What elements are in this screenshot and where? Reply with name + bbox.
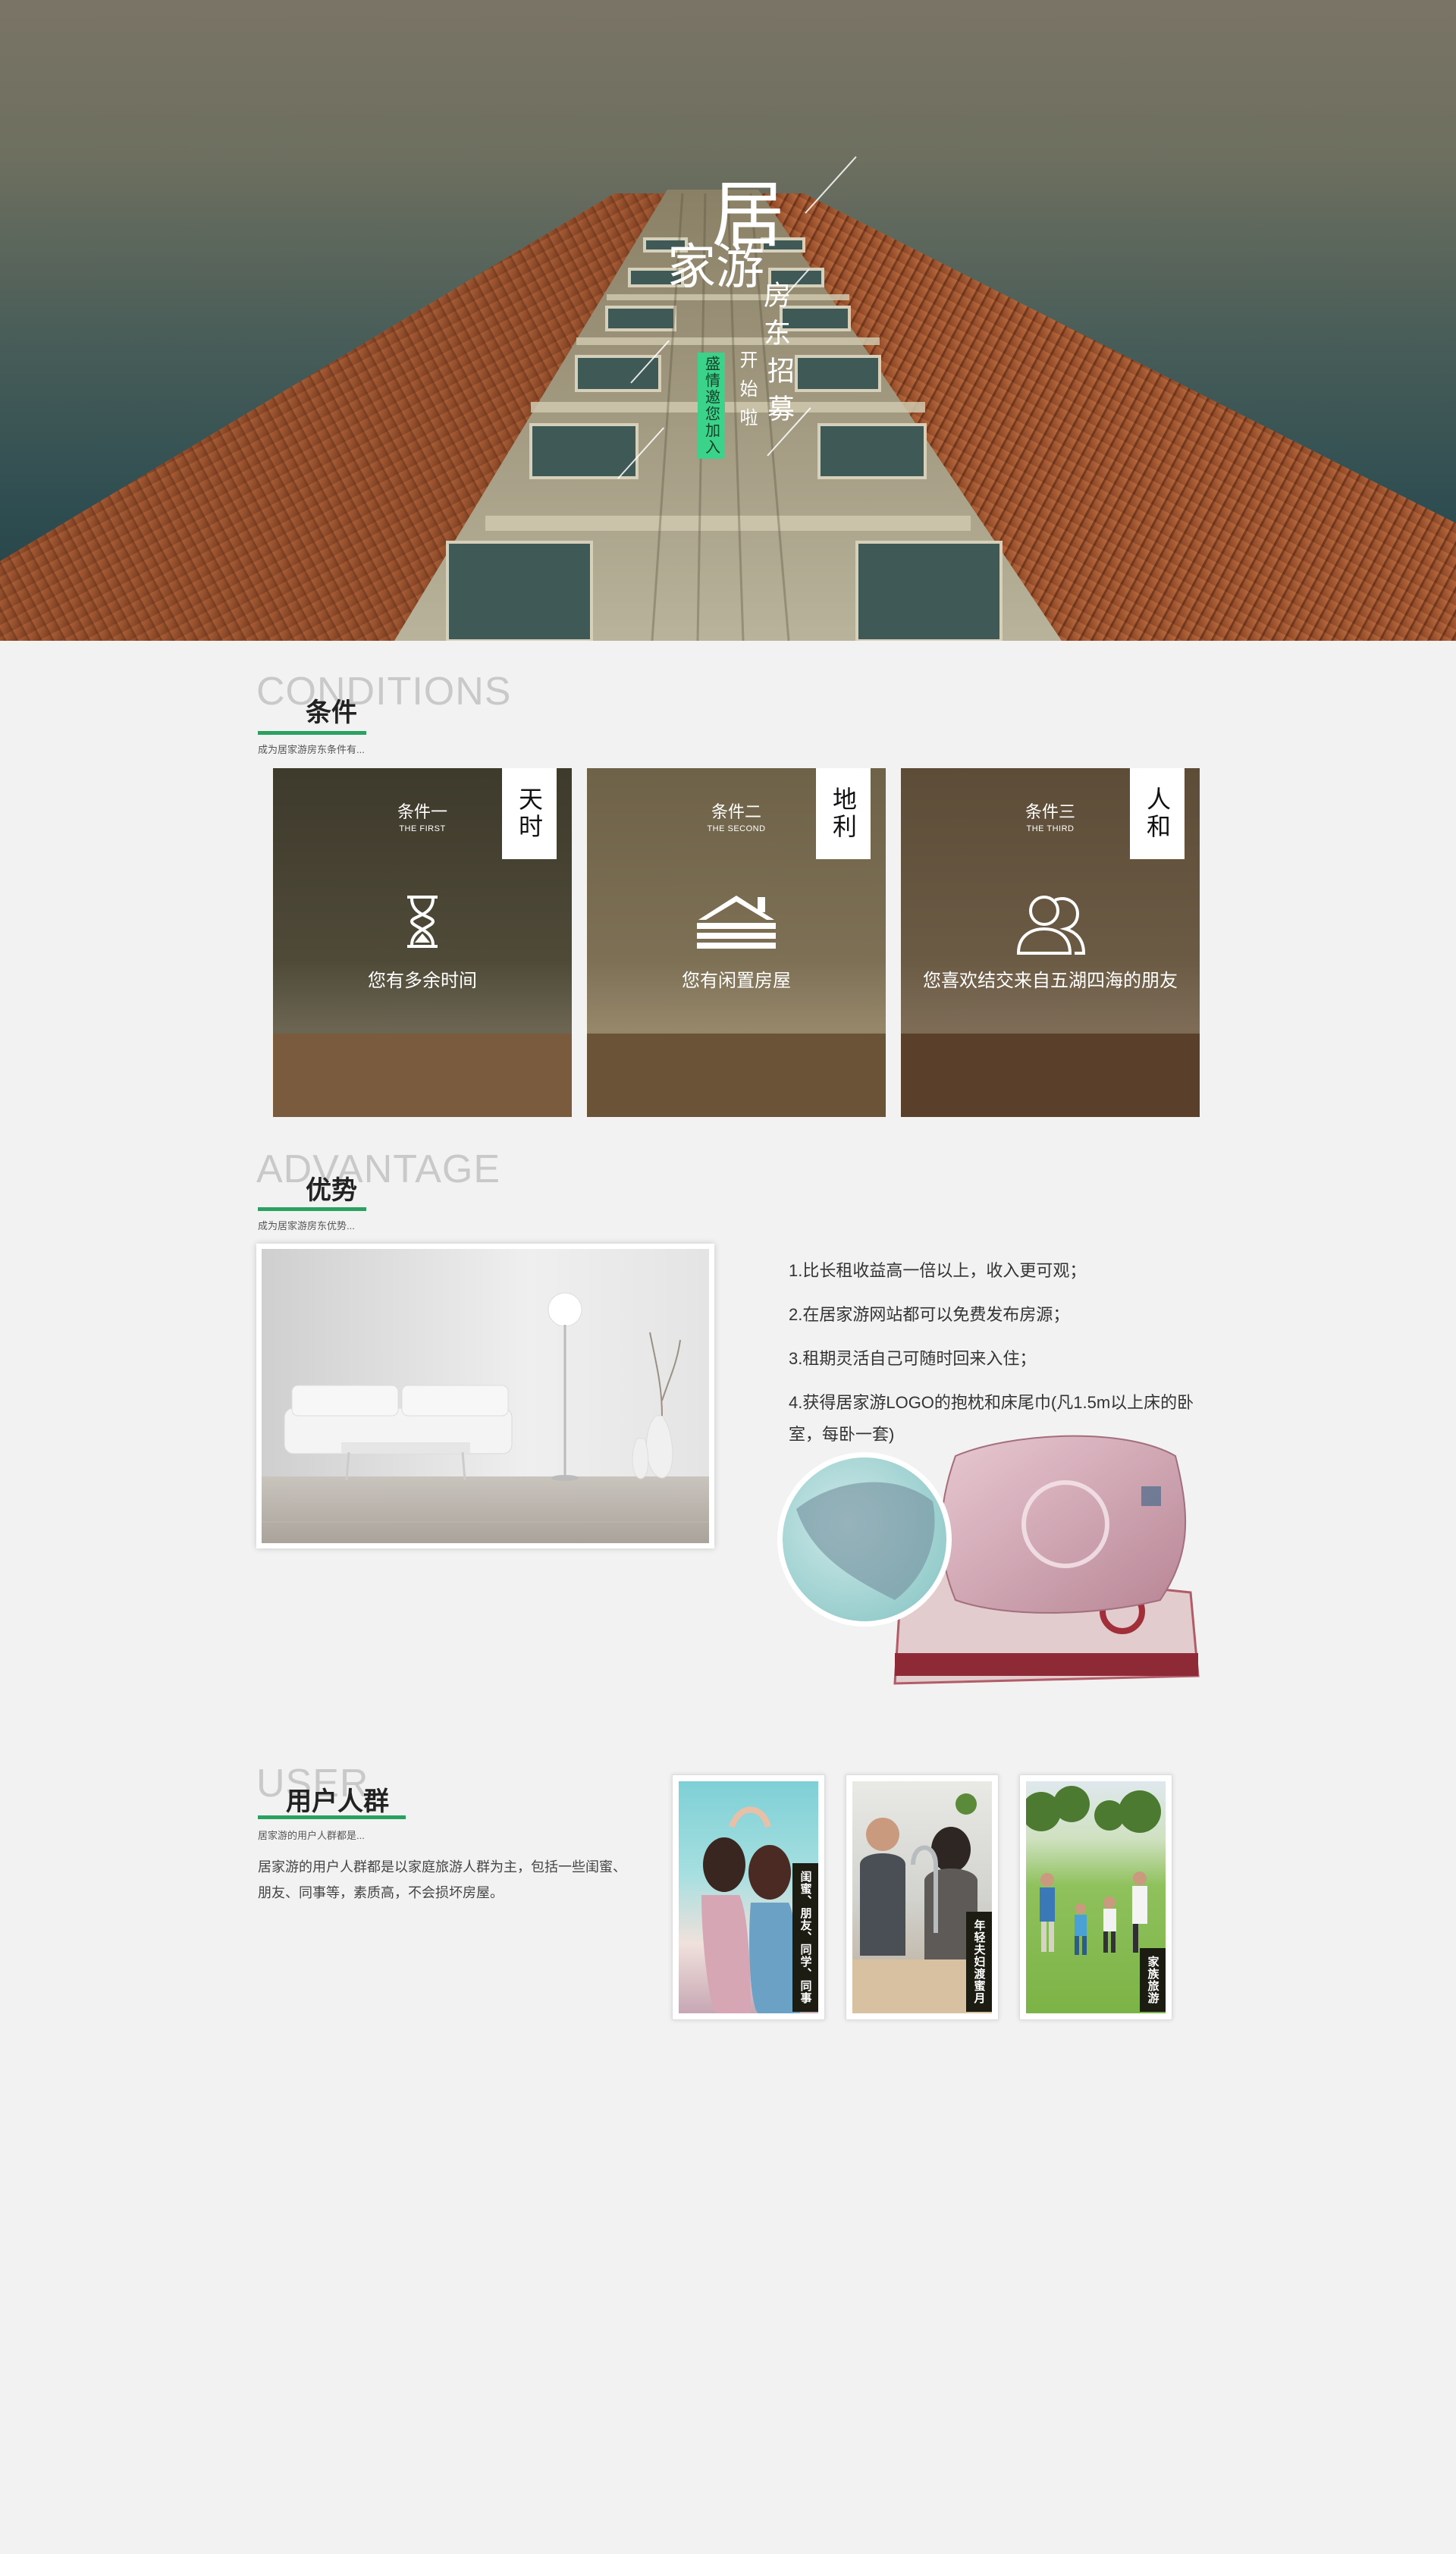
conditions-subtitle: 成为居家游房东条件有... — [258, 744, 365, 755]
users-description: 居家游的用户人群都是以家庭旅游人群为主，包括一些闺蜜、朋友、同事等，素质高，不会… — [258, 1859, 626, 1900]
people-icon — [1016, 896, 1086, 955]
user-photo-friends-label: 闺蜜、朋友、同学、同事 — [792, 1863, 818, 2012]
pillow-towel-illustration — [777, 1435, 1200, 1685]
condition-card-3: 人和 条件三 THE THIRD 您喜欢结交来自五湖四海的朋友 — [901, 768, 1200, 1117]
room-photo — [256, 1244, 714, 1548]
condition-card-1: 天时 条件一 THE FIRST 您有多余时间 — [273, 768, 572, 1117]
hero-tag-invite: 盛情邀您加入 — [698, 353, 725, 459]
building-illustration — [0, 190, 1456, 641]
user-photo-couple-label: 年轻夫妇渡蜜月 — [966, 1912, 992, 2012]
hero-tag-start: 开始啦 — [736, 350, 758, 437]
condition-card-2: 地利 条件二 THE SECOND 您有闲置房屋 — [587, 768, 886, 1117]
user-photo-family-label: 家族旅游 — [1140, 1948, 1166, 2012]
condition-card-1-subtitle: THE FIRST — [399, 824, 446, 833]
advantage-heading-bar — [258, 1207, 366, 1211]
user-photo-family: 家族旅游 — [1019, 1774, 1172, 2020]
conditions-heading-bar — [258, 731, 366, 735]
room-floor-3 — [901, 1034, 1200, 1117]
conditions-heading-cn: 条件 — [306, 698, 357, 727]
advantage-heading-en: ADVANTAGE — [256, 1147, 501, 1191]
users-heading-bar — [258, 1815, 406, 1819]
condition-card-3-subtitle: THE THIRD — [1026, 824, 1075, 833]
condition-card-1-title: 条件一 — [397, 802, 447, 821]
advantage-heading-cn: 优势 — [306, 1176, 357, 1205]
users-subtitle: 居家游的用户人群都是... — [258, 1830, 365, 1841]
condition-card-1-text: 您有多余时间 — [368, 971, 477, 991]
room-floor-2 — [587, 1034, 886, 1117]
advantage-item-1: 1.比长租收益高一倍以上，收入更可观； — [789, 1261, 1087, 1280]
users-heading-cn: 用户人群 — [286, 1787, 389, 1816]
hero-title-zhaomu: 招募 — [763, 356, 794, 432]
hero-banner: 居 家游 房东 招募 开始啦 盛情邀您加入 — [0, 0, 1456, 641]
advantage-item-3: 3.租期灵活自己可随时回来入住； — [789, 1349, 1037, 1368]
user-photo-friends: 闺蜜、朋友、同学、同事 — [672, 1774, 825, 2020]
condition-card-3-text: 您喜欢结交来自五湖四海的朋友 — [923, 971, 1178, 991]
conditions-heading-en: CONDITIONS — [256, 670, 512, 714]
advantage-subtitle: 成为居家游房东优势... — [258, 1220, 355, 1232]
condition-card-2-title: 条件二 — [711, 802, 761, 821]
condition-card-3-title: 条件三 — [1025, 802, 1075, 821]
room-illustration — [262, 1249, 709, 1543]
user-photo-couple: 年轻夫妇渡蜜月 — [846, 1774, 999, 2020]
hourglass-icon — [407, 896, 438, 948]
room-floor-1 — [273, 1034, 572, 1117]
condition-card-2-text: 您有闲置房屋 — [682, 971, 791, 991]
condition-card-2-subtitle: THE SECOND — [707, 824, 766, 833]
hero-title-ju: 居 — [699, 176, 784, 249]
house-icon — [697, 896, 776, 949]
advantage-item-2: 2.在居家游网站都可以免费发布房源； — [789, 1305, 1070, 1324]
